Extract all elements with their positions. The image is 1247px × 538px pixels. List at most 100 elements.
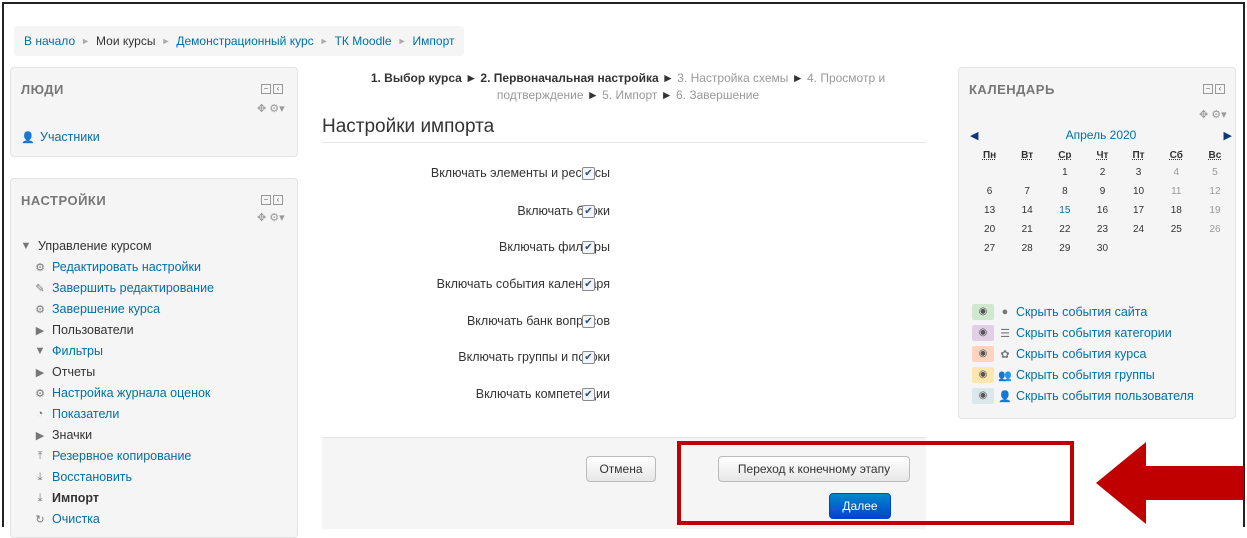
calendar-month[interactable]: Апрель 2020 [1066, 128, 1137, 142]
settings-item-gradebook-setup[interactable]: ⚙ Настройка журнала оценок [33, 386, 210, 400]
calendar-day-today[interactable]: 15 [1045, 201, 1084, 220]
dock-icon[interactable]: ‹ [273, 195, 283, 205]
calendar-day: 29 [1059, 243, 1071, 254]
group-icon: 👥 [998, 369, 1012, 382]
settings-block: НАСТРОЙКИ − ‹ ✥ ⚙▾ ▼ Управление курсом ⚙ … [10, 178, 298, 538]
eye-icon: ◉ [972, 325, 994, 341]
settings-item-users[interactable]: ▶ Пользователи [33, 323, 134, 337]
calendar-day: 17 [1132, 205, 1145, 216]
settings-item-label: Показатели [52, 407, 120, 421]
event-filter-label: Скрыть события сайта [1016, 305, 1148, 319]
setting-include-question-bank: Включать банк вопросов ✔ [322, 310, 622, 332]
eye-icon: ◉ [972, 367, 994, 383]
calendar-day: 23 [1096, 224, 1109, 235]
breadcrumb-section[interactable]: ТК Moodle [335, 34, 392, 48]
settings-item-edit-settings[interactable]: ⚙ Редактировать настройки [33, 260, 201, 274]
calendar-day: 8 [1062, 186, 1068, 197]
hide-user-events[interactable]: ◉ 👤 Скрыть события пользователя [972, 388, 1194, 404]
calendar-day: 10 [1132, 186, 1145, 197]
collapse-icon[interactable]: − [1203, 84, 1213, 94]
calendar-day: 19 [1209, 205, 1221, 216]
move-icon[interactable]: ✥ ⚙▾ [257, 102, 285, 115]
include-groups-checkbox[interactable]: ✔ [582, 350, 595, 364]
step-arrow-icon: ► [465, 71, 478, 85]
calendar-grid: Пн Вт Ср Чт Пт Сб Вс 12345 6 7 8 9 10 11 12 13… [970, 147, 1234, 258]
cancel-button[interactable]: Отмена [586, 456, 656, 482]
people-block: ЛЮДИ − ‹ ✥ ⚙▾ 👤 Участники [10, 67, 298, 157]
calendar-day: 24 [1132, 224, 1145, 235]
setting-label: Включать блоки [517, 204, 610, 218]
settings-item-import[interactable]: ⤓ Импорт [33, 491, 99, 505]
funnel-icon: ▼ [34, 345, 46, 357]
settings-item-stop-editing[interactable]: ✎ Завершить редактирование [33, 281, 214, 295]
calendar-day: 18 [1170, 205, 1182, 216]
globe-icon: ● [1001, 306, 1009, 318]
settings-item-backup[interactable]: ⤒ Резервное копирование [33, 449, 192, 463]
eye-icon: ◉ [972, 388, 994, 404]
eye-icon: ◉ [972, 304, 994, 320]
calendar-day: 28 [1021, 243, 1033, 254]
breadcrumb-import[interactable]: Импорт [413, 34, 455, 48]
upload-icon: ⤒ [37, 449, 43, 462]
next-month-icon[interactable]: ▶ [1224, 129, 1232, 142]
settings-item-label: Восстановить [52, 470, 133, 484]
move-icon[interactable]: ✥ ⚙▾ [1199, 108, 1227, 121]
participants-item[interactable]: 👤 Участники [21, 130, 100, 144]
hide-group-events[interactable]: ◉ 👥 Скрыть события группы [972, 367, 1155, 383]
settings-item-label: Отчеты [52, 365, 96, 379]
breadcrumb-home[interactable]: В начало [24, 34, 75, 48]
settings-item-reports[interactable]: ▶ Отчеты [33, 365, 95, 379]
collapse-icon[interactable]: − [261, 195, 271, 205]
participants-link[interactable]: Участники [40, 130, 100, 144]
calendar-day [1157, 239, 1196, 258]
calendar-day [1196, 239, 1234, 258]
calendar-day: 13 [984, 205, 996, 216]
calendar-day: 1 [1062, 167, 1068, 178]
category-icon: ☰ [1000, 327, 1010, 340]
breadcrumb-separator-icon: ► [397, 36, 407, 46]
settings-item-completion[interactable]: ⚙ Завершение курса [33, 302, 160, 316]
hide-course-events[interactable]: ◉ ✿ Скрыть события курса [972, 346, 1146, 362]
collapse-icon[interactable]: − [261, 84, 271, 94]
settings-item-label: Фильтры [52, 344, 103, 358]
step-arrow-icon: ► [662, 71, 674, 85]
settings-item-filters[interactable]: ▼ Фильтры [33, 344, 103, 358]
settings-item-label: Настройка журнала оценок [52, 386, 211, 400]
breadcrumb-course[interactable]: Демонстрационный курс [176, 34, 313, 48]
calendar-day: 2 [1099, 167, 1106, 178]
people-block-title: ЛЮДИ [21, 82, 64, 97]
weekday-header: Вт [1021, 149, 1034, 161]
page-title: Настройки импорта [322, 116, 495, 137]
calendar-day: 4 [1173, 167, 1180, 178]
settings-item-badges[interactable]: ▶ Значки [33, 428, 92, 442]
course-icon: ✿ [1000, 348, 1010, 361]
include-blocks-checkbox[interactable]: ✔ [582, 204, 595, 218]
include-calendar-checkbox[interactable]: ✔ [582, 277, 595, 291]
settings-item-label: Значки [52, 428, 93, 442]
event-filter-label: Скрыть события пользователя [1016, 389, 1194, 403]
include-question-bank-checkbox[interactable]: ✔ [582, 314, 595, 328]
previous-month-icon[interactable]: ◀ [970, 129, 978, 142]
hide-site-events[interactable]: ◉ ● Скрыть события сайта [972, 304, 1147, 320]
calendar-day: 14 [1021, 205, 1033, 216]
calendar-day [1009, 163, 1045, 182]
settings-item-outcomes[interactable]: ◔ Показатели [33, 407, 120, 421]
include-filters-checkbox[interactable]: ✔ [582, 240, 595, 254]
breadcrumb-my-courses[interactable]: Мои курсы [96, 34, 155, 48]
calendar-day: 6 [986, 186, 993, 197]
setting-include-activities: Включать элементы и ресурсы ✔ [322, 162, 622, 184]
include-activities-checkbox[interactable]: ✔ [582, 166, 595, 180]
settings-item-course-admin[interactable]: ▼ Управление курсом [19, 239, 152, 253]
import-progress: 1. Выбор курса ► 2. Первоначальная настр… [318, 70, 938, 104]
include-competencies-checkbox[interactable]: ✔ [582, 387, 595, 401]
settings-item-label: Очистка [52, 512, 100, 526]
eye-icon: ◉ [972, 346, 994, 362]
dock-icon[interactable]: ‹ [1215, 84, 1225, 94]
move-icon[interactable]: ✥ ⚙▾ [257, 211, 285, 224]
hide-category-events[interactable]: ◉ ☰ Скрыть события категории [972, 325, 1172, 341]
highlight-box [677, 441, 1074, 525]
calendar-block-title: КАЛЕНДАРЬ [969, 82, 1055, 97]
settings-item-reset[interactable]: ↻ Очистка [33, 512, 100, 526]
dock-icon[interactable]: ‹ [273, 84, 283, 94]
settings-item-restore[interactable]: ⤓ Восстановить [33, 470, 132, 484]
